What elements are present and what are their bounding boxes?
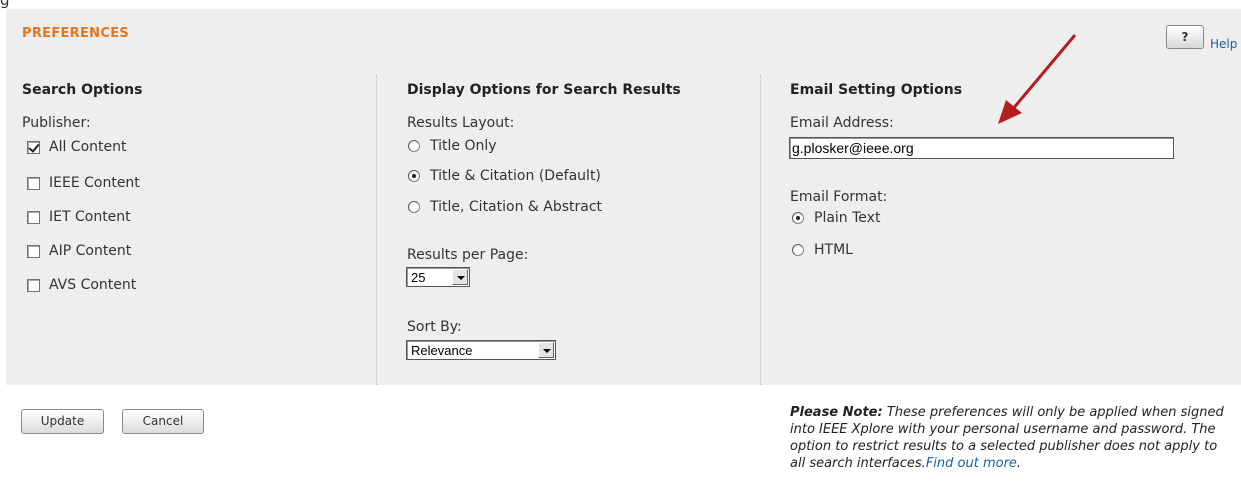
results-per-page-value: 25: [411, 270, 426, 285]
email-address-input[interactable]: [789, 137, 1174, 159]
publisher-label: Publisher:: [22, 115, 91, 131]
radio-icon[interactable]: [792, 244, 804, 256]
radio-icon[interactable]: [408, 140, 420, 152]
email-format-html[interactable]: HTML: [792, 242, 853, 258]
dropdown-arrow-icon[interactable]: [452, 269, 468, 285]
sort-by-select[interactable]: Relevance: [406, 340, 556, 360]
layout-option-label: Title, Citation & Abstract: [430, 199, 603, 215]
layout-option-label: Title & Citation (Default): [430, 168, 601, 184]
update-button[interactable]: Update: [21, 409, 104, 434]
layout-option-title-only[interactable]: Title Only: [408, 138, 497, 154]
preferences-note: Please Note: These preferences will only…: [790, 404, 1230, 472]
radio-icon[interactable]: [408, 170, 420, 182]
column-divider-2: [760, 75, 761, 385]
cancel-button[interactable]: Cancel: [122, 409, 204, 434]
publisher-option-all-content[interactable]: All Content: [27, 139, 127, 155]
results-per-page-select[interactable]: 25: [406, 267, 470, 287]
email-format-label-text: HTML: [814, 242, 853, 258]
publisher-option-label: AIP Content: [49, 243, 132, 259]
results-layout-label: Results Layout:: [407, 115, 515, 131]
radio-icon[interactable]: [792, 212, 804, 224]
dropdown-arrow-icon[interactable]: [538, 342, 554, 358]
layout-option-title-citation-abstract[interactable]: Title, Citation & Abstract: [408, 199, 602, 215]
checkbox-icon[interactable]: [27, 244, 40, 258]
email-format-plain-text[interactable]: Plain Text: [792, 210, 880, 226]
layout-option-label: Title Only: [430, 138, 497, 154]
top-strip: g: [0, 0, 1241, 9]
checkbox-icon[interactable]: [27, 176, 40, 190]
top-strip-text: g: [0, 0, 10, 9]
checkbox-icon[interactable]: [27, 210, 40, 224]
sort-by-value: Relevance: [411, 343, 473, 358]
find-out-more-link[interactable]: Find out more: [926, 456, 1017, 471]
publisher-option-label: IET Content: [49, 209, 131, 225]
help-link[interactable]: Help: [1210, 37, 1237, 51]
email-options-heading: Email Setting Options: [790, 82, 963, 98]
publisher-option-iet-content[interactable]: IET Content: [27, 209, 131, 225]
column-divider-1: [376, 75, 377, 385]
email-address-label: Email Address:: [790, 115, 894, 131]
note-heading: Please Note:: [790, 405, 883, 420]
panel-title: PREFERENCES: [22, 26, 130, 41]
help-icon[interactable]: ?: [1166, 25, 1204, 49]
publisher-option-label: All Content: [49, 139, 127, 155]
checkbox-icon[interactable]: [27, 140, 40, 154]
results-per-page-label: Results per Page:: [407, 247, 529, 263]
publisher-option-label: IEEE Content: [49, 175, 140, 191]
search-options-heading: Search Options: [22, 82, 143, 98]
publisher-option-avs-content[interactable]: AVS Content: [27, 277, 136, 293]
display-options-heading: Display Options for Search Results: [407, 82, 681, 98]
email-format-label: Email Format:: [790, 189, 888, 205]
email-format-label-text: Plain Text: [814, 210, 881, 226]
publisher-option-label: AVS Content: [49, 277, 137, 293]
note-end: .: [1016, 456, 1022, 471]
publisher-option-ieee-content[interactable]: IEEE Content: [27, 175, 140, 191]
checkbox-icon[interactable]: [27, 278, 40, 292]
sort-by-label: Sort By:: [407, 319, 462, 335]
radio-icon[interactable]: [408, 201, 420, 213]
publisher-option-aip-content[interactable]: AIP Content: [27, 243, 131, 259]
layout-option-title-citation[interactable]: Title & Citation (Default): [408, 168, 601, 184]
annotation-arrow-icon: [998, 34, 1077, 124]
